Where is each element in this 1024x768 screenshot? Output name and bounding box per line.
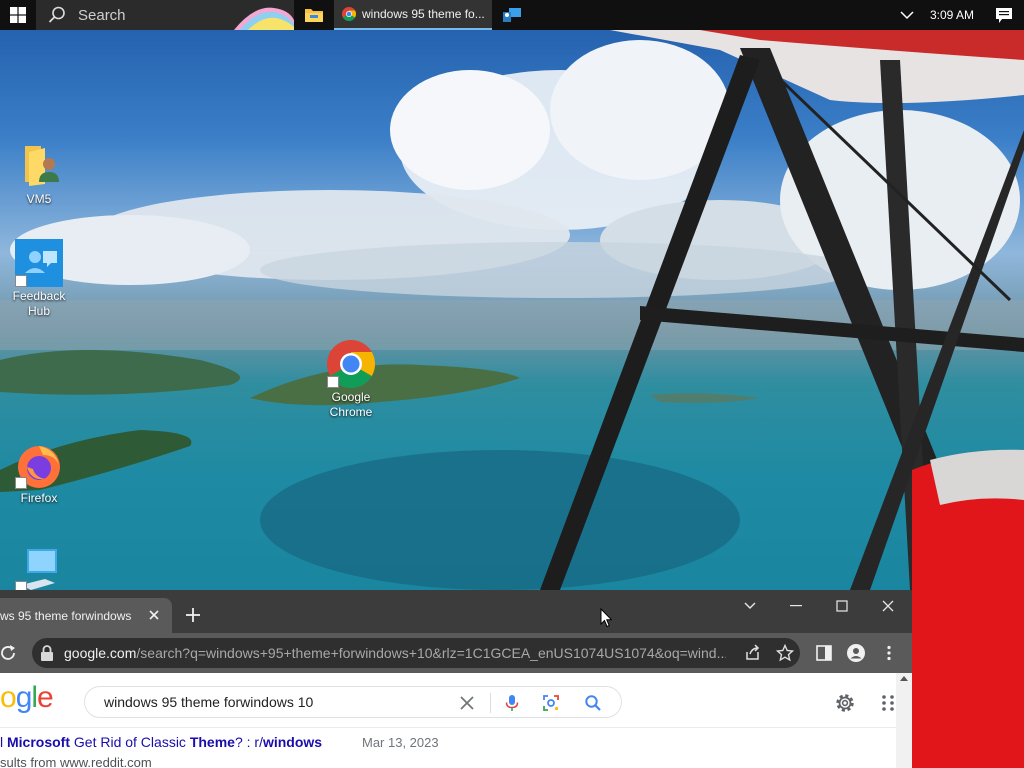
result-title-part: ? : r/ bbox=[234, 734, 263, 750]
desktop-icon-label: Google Chrome bbox=[329, 390, 373, 419]
reload-icon[interactable] bbox=[0, 644, 18, 662]
more-menu-icon[interactable] bbox=[880, 644, 898, 662]
desktop-icon-this-pc[interactable] bbox=[1, 545, 77, 595]
desktop-icon-google-chrome[interactable]: Google Chrome bbox=[313, 340, 389, 420]
notifications-icon bbox=[996, 7, 1012, 23]
desktop-icon-label: Feedback Hub bbox=[12, 289, 66, 318]
start-button[interactable] bbox=[0, 0, 36, 30]
maximize-icon bbox=[836, 600, 848, 612]
firefox-icon bbox=[15, 441, 63, 489]
taskbar-remote-desktop[interactable] bbox=[492, 0, 532, 30]
desktop-icon-label: Firefox bbox=[20, 491, 58, 505]
search-icon bbox=[48, 6, 65, 23]
new-tab-button[interactable] bbox=[183, 605, 203, 625]
clear-icon[interactable] bbox=[458, 694, 476, 712]
result-title-part: l bbox=[0, 734, 7, 750]
search-divider bbox=[490, 693, 491, 713]
desktop-icon-vm5[interactable]: VM5 bbox=[1, 142, 77, 207]
google-logo-letter: o bbox=[0, 681, 17, 714]
side-panel-icon[interactable] bbox=[815, 644, 833, 662]
shortcut-arrow-icon bbox=[15, 477, 27, 489]
address-bar[interactable]: google.com/search?q=windows+95+theme+for… bbox=[32, 638, 800, 668]
taskbar-file-explorer[interactable] bbox=[294, 0, 334, 30]
search-icon[interactable] bbox=[584, 694, 602, 712]
page-scrollbar[interactable] bbox=[896, 673, 912, 768]
url-path: /search?q=windows+95+theme+forwindows+10… bbox=[136, 645, 727, 661]
taskbar-chrome-title: windows 95 theme fo... bbox=[362, 7, 485, 21]
user-folder-icon bbox=[15, 142, 63, 190]
desktop-icon-firefox[interactable]: Firefox bbox=[1, 441, 77, 506]
google-logo[interactable]: ogle bbox=[0, 681, 54, 715]
chrome-icon bbox=[327, 340, 376, 389]
windows-start-icon bbox=[10, 7, 26, 23]
tab-search-button[interactable] bbox=[727, 590, 773, 622]
tab-title: ws 95 theme forwindows bbox=[0, 608, 132, 623]
taskbar-chrome-window[interactable]: windows 95 theme fo... bbox=[334, 0, 492, 30]
scroll-up-arrow-icon[interactable] bbox=[896, 673, 912, 685]
chrome-window: ws 95 theme forwindows google.com /searc… bbox=[0, 590, 912, 768]
close-window-button[interactable] bbox=[865, 590, 911, 622]
result-title-bold: Theme bbox=[189, 734, 235, 750]
search-query[interactable]: windows 95 theme forwindows 10 bbox=[104, 694, 313, 710]
file-explorer-icon bbox=[305, 9, 323, 22]
maximize-button[interactable] bbox=[819, 590, 865, 622]
minimize-button[interactable] bbox=[773, 590, 819, 622]
shortcut-arrow-icon bbox=[327, 376, 339, 388]
result-date: Mar 13, 2023 bbox=[362, 735, 439, 750]
result-title-bold: Microsoft bbox=[7, 734, 70, 750]
system-tray: 3:09 AM bbox=[894, 0, 1024, 30]
search-placeholder: Search bbox=[78, 6, 126, 24]
desktop-icon-label: VM5 bbox=[26, 192, 52, 206]
taskbar-search[interactable]: Search bbox=[36, 0, 294, 30]
chrome-toolbar: google.com/search?q=windows+95+theme+for… bbox=[0, 633, 912, 673]
profile-avatar-icon[interactable] bbox=[847, 644, 865, 662]
share-icon[interactable] bbox=[744, 644, 762, 662]
remote-desktop-icon bbox=[503, 8, 521, 22]
computer-icon bbox=[15, 545, 63, 593]
minimize-icon bbox=[790, 605, 802, 607]
mouse-cursor-icon bbox=[600, 608, 612, 628]
url-host: google.com bbox=[64, 645, 137, 661]
bookmark-star-icon[interactable] bbox=[776, 644, 794, 662]
chevron-down-icon bbox=[744, 602, 756, 609]
clock[interactable]: 3:09 AM bbox=[920, 8, 984, 22]
google-apps-icon[interactable] bbox=[880, 694, 896, 712]
close-icon[interactable] bbox=[146, 607, 162, 623]
chrome-icon bbox=[342, 7, 356, 21]
action-center-button[interactable] bbox=[984, 0, 1024, 30]
result-source[interactable]: sults from www.reddit.com bbox=[0, 755, 152, 768]
google-search-box[interactable]: windows 95 theme forwindows 10 bbox=[84, 686, 622, 718]
taskbar: Search windows 95 theme fo... 3:09 AM bbox=[0, 0, 1024, 30]
google-lens-icon[interactable] bbox=[542, 694, 560, 712]
result-title-bold: windows bbox=[262, 734, 323, 750]
search-highlight-art bbox=[234, 7, 294, 30]
gear-icon[interactable] bbox=[834, 692, 856, 714]
google-logo-letter: g bbox=[15, 681, 33, 714]
show-hidden-icons-button[interactable] bbox=[894, 0, 920, 30]
results-divider bbox=[0, 727, 896, 728]
desktop-icon-feedback-hub[interactable]: Feedback Hub bbox=[1, 239, 77, 319]
google-logo-text: ogle bbox=[0, 681, 54, 714]
chrome-titlebar[interactable]: ws 95 theme forwindows bbox=[0, 590, 912, 633]
browser-tab[interactable]: ws 95 theme forwindows bbox=[0, 598, 172, 633]
search-result-link[interactable]: l Microsoft Get Rid of Classic Theme? : … bbox=[0, 734, 322, 750]
microphone-icon[interactable] bbox=[503, 694, 521, 712]
close-icon bbox=[882, 600, 894, 612]
shortcut-arrow-icon bbox=[15, 275, 27, 287]
lock-icon[interactable] bbox=[40, 645, 54, 661]
google-results-page: ogle windows 95 theme forwindows 10 l Mi… bbox=[0, 673, 896, 768]
feedback-hub-icon bbox=[15, 239, 63, 287]
google-logo-letter: e bbox=[37, 681, 54, 714]
result-title-part: Get Rid of Classic bbox=[70, 734, 190, 750]
chevron-up-icon bbox=[900, 11, 914, 20]
